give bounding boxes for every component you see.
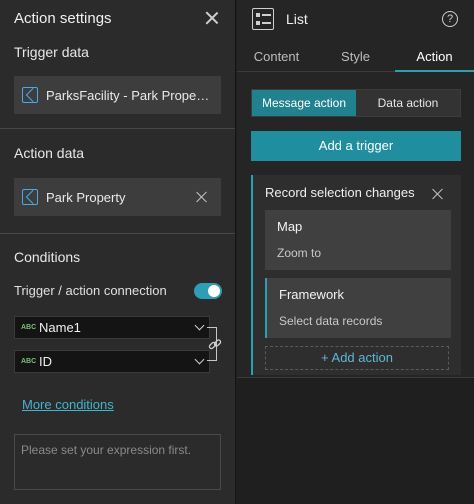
action-description: Select data records <box>279 314 383 328</box>
settings-tabs: Content Style Action <box>237 40 474 72</box>
chevron-down-icon <box>194 320 205 331</box>
tab-content[interactable]: Content <box>237 40 316 71</box>
action-name: Framework <box>279 287 345 302</box>
datasource-icon <box>22 87 38 103</box>
conditions-label: Conditions <box>14 249 81 265</box>
string-type-icon: ABC <box>21 358 37 365</box>
remove-icon[interactable] <box>195 190 209 204</box>
action-card-framework[interactable]: Framework Select data records <box>265 278 451 338</box>
action-name: Map <box>277 219 303 234</box>
connection-toggle[interactable] <box>194 283 222 299</box>
divider <box>0 128 235 129</box>
more-conditions-link[interactable]: More conditions <box>22 397 114 412</box>
connection-label: Trigger / action connection <box>14 283 167 298</box>
expression-input[interactable]: Please set your expression first. <box>14 434 221 490</box>
divider <box>0 233 235 234</box>
link-icon[interactable] <box>208 338 222 352</box>
widget-header: List ? <box>237 0 474 38</box>
widget-settings-panel: List ? Content Style Action Message acti… <box>237 0 474 378</box>
trigger-data-label: Trigger data <box>14 44 89 60</box>
action-data-source[interactable]: Park Property <box>14 178 221 216</box>
datasource-icon <box>22 189 38 205</box>
action-type-segmented: Message action Data action <box>251 89 461 117</box>
trigger-card: Record selection changes Map Zoom to Fra… <box>251 175 461 375</box>
string-type-icon: ABC <box>21 324 37 331</box>
trigger-field-value: Name1 <box>39 320 81 335</box>
list-widget-icon <box>252 8 274 30</box>
action-field-select[interactable]: ABC ID <box>14 350 210 373</box>
data-action-button[interactable]: Data action <box>356 90 460 116</box>
trigger-data-value: ParksFacility - Park Property ... <box>46 87 213 103</box>
trigger-field-select[interactable]: ABC Name1 <box>14 316 210 339</box>
action-settings-header: Action settings <box>0 0 235 36</box>
action-card-map[interactable]: Map Zoom to <box>265 210 451 270</box>
chevron-down-icon <box>194 354 205 365</box>
close-icon[interactable] <box>431 187 445 201</box>
action-data-label: Action data <box>14 145 85 161</box>
help-icon[interactable]: ? <box>442 11 458 27</box>
tab-action[interactable]: Action <box>395 40 474 72</box>
panel-title: Action settings <box>14 9 112 27</box>
trigger-data-source[interactable]: ParksFacility - Park Property ... <box>14 76 221 114</box>
action-settings-panel: Action settings Trigger data ParksFacili… <box>0 0 236 504</box>
widget-title: List <box>286 11 308 27</box>
action-field-value: ID <box>39 354 52 369</box>
close-icon[interactable] <box>203 9 221 27</box>
message-action-button[interactable]: Message action <box>252 90 356 116</box>
action-data-value: Park Property <box>46 189 126 205</box>
add-action-button[interactable]: + Add action <box>265 346 449 370</box>
add-trigger-button[interactable]: Add a trigger <box>251 131 461 161</box>
tab-style[interactable]: Style <box>316 40 395 71</box>
action-description: Zoom to <box>277 246 322 260</box>
trigger-title: Record selection changes <box>265 185 415 200</box>
